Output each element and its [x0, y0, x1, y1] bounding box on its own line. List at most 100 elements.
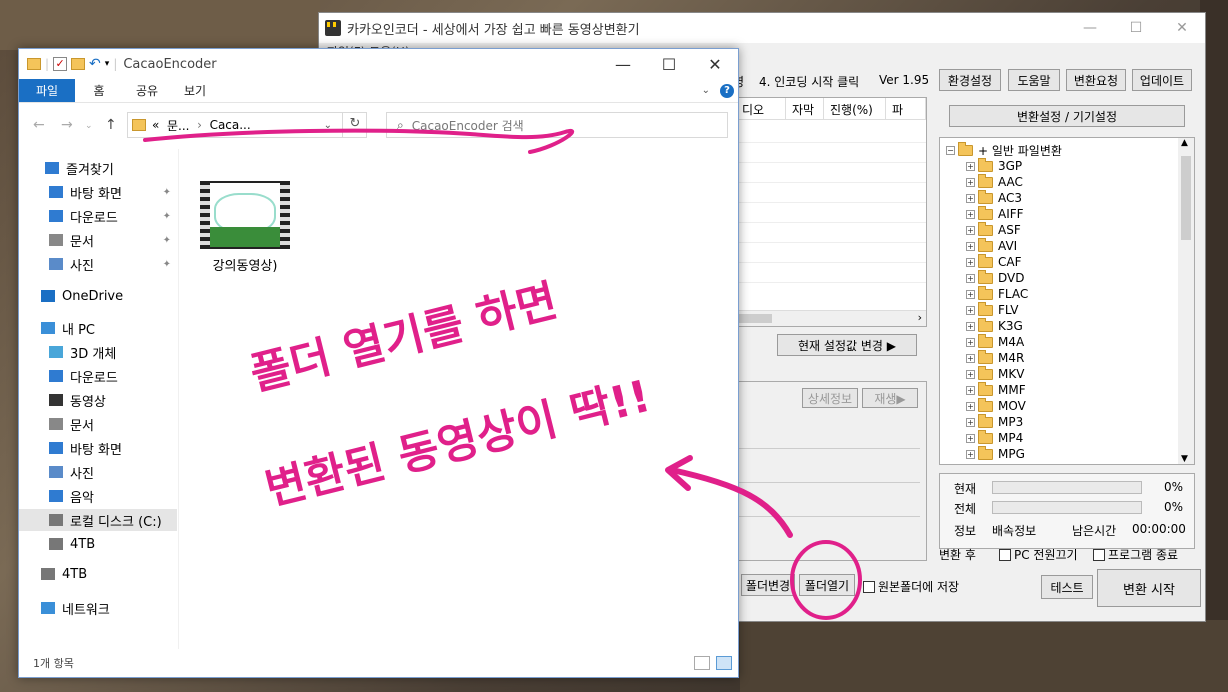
format-item[interactable]: + MPG [966, 445, 1025, 462]
tab-view[interactable]: 보기 [171, 79, 219, 102]
column-header[interactable]: 파 [886, 98, 926, 119]
pin-icon[interactable]: ✦ [163, 187, 171, 198]
pin-icon[interactable]: ✦ [163, 211, 171, 222]
format-item[interactable]: + AVI [966, 237, 1017, 254]
maximize-button[interactable]: ☐ [646, 55, 692, 74]
large-icons-view-icon[interactable] [716, 656, 732, 670]
nav-item[interactable]: 바탕 화면 ✦ [19, 181, 177, 203]
minimize-button[interactable]: — [1067, 20, 1113, 36]
expand-icon[interactable]: + [966, 353, 975, 363]
help-button[interactable]: 도움말 [1008, 69, 1060, 91]
address-bar[interactable]: « 문... › Caca... ⌄ [127, 112, 367, 138]
nav-item[interactable]: 음악 [19, 485, 177, 507]
breadcrumb-documents[interactable]: 문... [167, 117, 189, 134]
format-item[interactable]: + FLV [966, 301, 1018, 318]
scroll-down-icon[interactable]: ▼ [1181, 454, 1188, 464]
format-item[interactable]: + MKV [966, 365, 1024, 382]
nav-item[interactable]: 즐겨찾기 [19, 157, 177, 179]
start-conversion-button[interactable]: 변환 시작 [1097, 569, 1201, 607]
expand-ribbon-icon[interactable]: ⌄ [702, 85, 710, 96]
format-item[interactable]: + MP4 [966, 429, 1023, 446]
detail-info-button[interactable]: 상세정보 [802, 388, 858, 408]
nav-item[interactable]: 문서 [19, 413, 177, 435]
expand-icon[interactable]: + [966, 289, 975, 299]
close-button[interactable]: ✕ [692, 55, 738, 74]
expand-icon[interactable]: + [966, 385, 975, 395]
refresh-icon[interactable]: ↻ [342, 112, 367, 138]
expand-icon[interactable]: + [966, 257, 975, 267]
tab-share[interactable]: 공유 [123, 79, 171, 102]
format-item[interactable]: + M4A [966, 333, 1024, 350]
format-tree[interactable]: − + 일반 파일변환 +3GP + AAC + AC3 + AIFF + ASF + AVI + CAF +… [939, 137, 1195, 465]
undo-icon[interactable]: ↶ [89, 56, 101, 72]
expand-icon[interactable]: + [966, 177, 975, 187]
file-list-grid[interactable]: 디오 자막 진행(%) 파 › [735, 97, 927, 327]
forward-icon[interactable]: → [61, 117, 73, 133]
change-settings-button[interactable]: 현재 설정값 변경 ▶ [777, 334, 917, 356]
format-item[interactable]: + K3G [966, 317, 1023, 334]
update-button[interactable]: 업데이트 [1132, 69, 1192, 91]
nav-item[interactable]: 로컬 디스크 (C:) [19, 509, 177, 531]
new-folder-icon[interactable] [71, 58, 86, 70]
chevron-down-icon[interactable]: ⌄ [324, 120, 332, 131]
nav-item[interactable]: 네트워크 [19, 597, 177, 619]
tab-file[interactable]: 파일 [19, 79, 75, 102]
minimize-button[interactable]: — [600, 55, 646, 74]
conversion-settings-button[interactable]: 변환설정 / 기기설정 [949, 105, 1185, 127]
save-original-checkbox[interactable]: 원본폴더에 저장 [863, 578, 959, 595]
search-input[interactable]: ⌕ CacaoEncoder 검색 [386, 112, 728, 138]
breadcrumb-cacaoencoder[interactable]: Caca... [210, 118, 251, 132]
expand-icon[interactable]: + [966, 225, 975, 235]
expand-icon[interactable]: + [966, 401, 975, 411]
expand-icon[interactable]: + [966, 273, 975, 283]
pin-icon[interactable]: ✦ [163, 259, 171, 270]
expand-icon[interactable]: + [966, 369, 975, 379]
folder-change-button[interactable]: 폴더변경 [741, 574, 795, 596]
play-button[interactable]: 재생▶ [862, 388, 918, 408]
format-item[interactable]: + DVD [966, 269, 1024, 286]
column-header[interactable]: 진행(%) [824, 98, 886, 119]
format-item[interactable]: + AC3 [966, 189, 1022, 206]
pc-off-checkbox[interactable]: PC 전원끄기 [999, 546, 1078, 563]
format-item[interactable]: + M4R [966, 349, 1024, 366]
properties-icon[interactable]: ✓ [53, 57, 68, 71]
format-item[interactable]: + MOV [966, 397, 1026, 414]
vertical-scrollbar[interactable]: ▲ ▼ [1178, 138, 1194, 464]
chevron-down-icon[interactable]: ▾ [105, 59, 110, 69]
breadcrumb-overflow[interactable]: « [152, 118, 159, 132]
collapse-icon[interactable]: − [946, 145, 955, 155]
nav-item[interactable]: 4TB [19, 563, 177, 585]
expand-icon[interactable]: + [966, 305, 975, 315]
close-button[interactable]: ✕ [1159, 20, 1205, 36]
nav-item[interactable]: 3D 개체 [19, 341, 177, 363]
expand-icon[interactable]: + [966, 449, 975, 459]
format-item[interactable]: + CAF [966, 253, 1022, 270]
nav-item[interactable]: 4TB [19, 533, 177, 555]
nav-item[interactable]: 다운로드 [19, 365, 177, 387]
expand-icon[interactable]: + [966, 337, 975, 347]
video-file-item[interactable]: 강의동영상) [197, 181, 293, 274]
up-icon[interactable]: ↑ [105, 117, 117, 133]
expand-icon[interactable]: + [966, 193, 975, 203]
expand-icon[interactable]: + [966, 209, 975, 219]
format-item[interactable]: +3GP [966, 157, 1022, 174]
nav-item[interactable]: 문서 ✦ [19, 229, 177, 251]
scroll-up-icon[interactable]: ▲ [1181, 138, 1188, 148]
format-item[interactable]: + MMF [966, 381, 1026, 398]
maximize-button[interactable]: ☐ [1113, 20, 1159, 36]
nav-item[interactable]: 내 PC [19, 317, 177, 339]
format-item[interactable]: + MP3 [966, 413, 1023, 430]
program-exit-checkbox[interactable]: 프로그램 종료 [1093, 546, 1178, 563]
expand-icon[interactable]: + [966, 241, 975, 251]
horizontal-scrollbar[interactable]: › [736, 310, 926, 326]
nav-item[interactable]: 다운로드 ✦ [19, 205, 177, 227]
nav-item[interactable]: 바탕 화면 [19, 437, 177, 459]
back-icon[interactable]: ← [33, 117, 45, 133]
pin-icon[interactable]: ✦ [163, 235, 171, 246]
column-header[interactable]: 자막 [786, 98, 824, 119]
nav-item[interactable]: 사진 ✦ [19, 253, 177, 275]
details-view-icon[interactable] [694, 656, 710, 670]
nav-item[interactable]: 동영상 [19, 389, 177, 411]
recent-chevron-icon[interactable]: ⌄ [85, 121, 93, 131]
nav-item[interactable]: 사진 [19, 461, 177, 483]
